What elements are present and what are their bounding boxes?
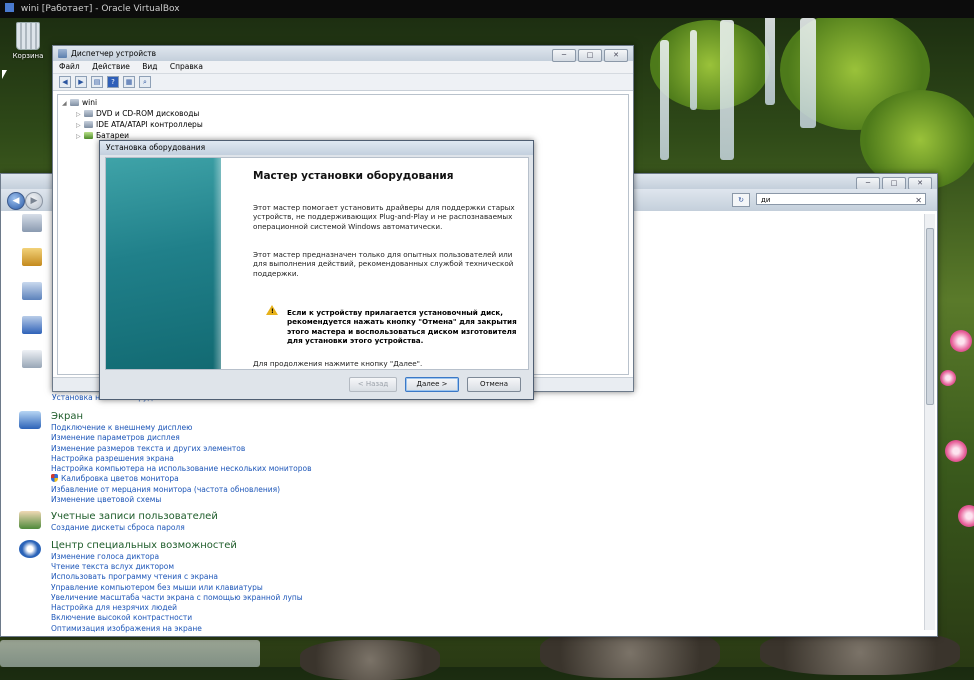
expand-icon[interactable]: ▷ (76, 131, 84, 142)
forward-button[interactable]: ▶ (25, 192, 43, 210)
link-display-settings[interactable]: Изменение параметров дисплея (51, 433, 312, 443)
users-icon (19, 511, 41, 530)
dvd-drive-icon (84, 110, 93, 117)
hardware-icon (22, 316, 42, 334)
collapse-icon[interactable]: ◢ (62, 98, 70, 109)
category-screen: Экран Подключение к внешнему дисплею Изм… (19, 411, 312, 505)
link-resolution[interactable]: Настройка разрешения экрана (51, 454, 312, 464)
scan-hardware-icon[interactable]: ⌕ (139, 76, 151, 88)
menu-action[interactable]: Действие (92, 62, 130, 71)
menu-view[interactable]: Вид (142, 62, 157, 71)
recycle-bin-label: Корзина (12, 52, 44, 60)
category-icons (15, 214, 49, 384)
tree-node-battery-label: Батареи (96, 131, 129, 140)
warning-mark: ! (271, 308, 274, 315)
link-multiple-monitors[interactable]: Настройка компьютера на использование не… (51, 464, 312, 474)
category-accessibility-title[interactable]: Центр специальных возможностей (51, 540, 303, 551)
back-button[interactable]: ◀ (7, 192, 25, 210)
wizard-titlebar[interactable]: Установка оборудования (100, 141, 533, 155)
link-calibrate-colors-label: Калибровка цветов монитора (61, 474, 179, 484)
wizard-advanced-text: Этот мастер предназначен только для опыт… (253, 250, 514, 278)
monitor-icon (19, 411, 41, 429)
battery-icon (84, 132, 93, 139)
link-narrator-voice[interactable]: Изменение голоса диктора (51, 552, 303, 562)
computer-icon (70, 99, 79, 106)
link-color-scheme[interactable]: Изменение цветовой схемы (51, 495, 312, 505)
network-icon (22, 282, 42, 300)
link-high-contrast[interactable]: Включение высокой контрастности (51, 613, 303, 623)
link-optimize-display[interactable]: Оптимизация изображения на экране (51, 624, 303, 634)
menu-bar: Файл Действие Вид Справка (53, 61, 633, 74)
cancel-button[interactable]: Отмена (467, 377, 521, 392)
category-accounts-title[interactable]: Учетные записи пользователей (51, 511, 218, 522)
category-accessibility: Центр специальных возможностей Изменение… (19, 539, 312, 634)
link-external-display[interactable]: Подключение к внешнему дисплею (51, 423, 312, 433)
forward-arrow-icon[interactable]: ▶ (75, 76, 87, 88)
maximize-button[interactable]: □ (578, 49, 602, 62)
tree-root[interactable]: ◢ wini (62, 97, 97, 108)
recycle-bin-icon (16, 22, 40, 50)
wizard-continue-text: Для продолжения нажмите кнопку "Далее". (253, 359, 423, 368)
wizard-intro-text: Этот мастер помогает установить драйверы… (253, 203, 515, 231)
wizard-banner (106, 158, 221, 369)
minimize-button[interactable]: ─ (552, 49, 576, 62)
tree-node-ide[interactable]: ▷ IDE ATA/ATAPI контроллеры (76, 119, 203, 130)
link-no-mouse-keyboard[interactable]: Управление компьютером без мыши или клав… (51, 583, 303, 593)
category-list: Экран Подключение к внешнему дисплею Изм… (19, 394, 312, 638)
system-icon (22, 214, 42, 232)
category-screen-title[interactable]: Экран (51, 411, 312, 422)
help-icon[interactable]: ? (107, 76, 119, 88)
tree-node-dvd-label: DVD и CD-ROM дисководы (96, 109, 200, 118)
close-button[interactable]: ✕ (604, 49, 628, 62)
wizard-warning-text: Если к устройству прилагается установочн… (287, 308, 517, 345)
clear-search-icon[interactable]: ✕ (915, 195, 922, 207)
device-manager-icon (58, 49, 67, 58)
wizard-panel: Мастер установки оборудования Этот масте… (105, 157, 529, 370)
menu-file[interactable]: Файл (59, 62, 80, 71)
mouse-cursor-icon (2, 70, 7, 79)
back-arrow-icon[interactable]: ◀ (59, 76, 71, 88)
tree-node-ide-label: IDE ATA/ATAPI контроллеры (96, 120, 203, 129)
link-text-size[interactable]: Изменение размеров текста и других элеме… (51, 444, 312, 454)
link-password-reset-disk[interactable]: Создание дискеты сброса пароля (51, 523, 218, 533)
properties-icon[interactable]: ▦ (123, 76, 135, 88)
link-narrator-read[interactable]: Чтение текста вслух диктором (51, 562, 303, 572)
device-manager-title: Диспетчер устройств (71, 49, 157, 58)
ide-controller-icon (84, 121, 93, 128)
recycle-bin[interactable]: Корзина (8, 22, 48, 60)
tree-node-dvd[interactable]: ▷ DVD и CD-ROM дисководы (76, 108, 199, 119)
programs-icon (22, 248, 42, 266)
accessibility-icon (19, 539, 41, 558)
link-refresh-rate[interactable]: Избавление от мерцания монитора (частота… (51, 485, 312, 495)
wizard-buttons: < Назад Далее > Отмена (349, 377, 521, 392)
device-manager-titlebar[interactable]: Диспетчер устройств ─ □ ✕ (53, 46, 633, 62)
search-input[interactable]: ди ✕ (756, 193, 926, 205)
hardware-wizard-dialog: Установка оборудования Мастер установки … (99, 140, 534, 400)
wizard-window-title: Установка оборудования (106, 143, 206, 152)
vertical-scrollbar[interactable] (924, 214, 935, 630)
tree-view-icon[interactable]: ▤ (91, 76, 103, 88)
link-calibrate-colors[interactable]: Калибровка цветов монитора (51, 474, 312, 484)
virtualbox-icon (5, 3, 14, 12)
tree-root-label: wini (82, 98, 98, 107)
back-button[interactable]: < Назад (349, 377, 397, 392)
link-blind-setup[interactable]: Настройка для незрячих людей (51, 603, 303, 613)
search-value: ди (761, 196, 771, 204)
wizard-heading: Мастер установки оборудования (253, 170, 454, 182)
appearance-icon (22, 350, 42, 368)
menu-help[interactable]: Справка (170, 62, 203, 71)
host-title: wini [Работает] - Oracle VirtualBox (20, 4, 180, 14)
refresh-button[interactable]: ↻ (732, 193, 750, 207)
host-title-bar: wini [Работает] - Oracle VirtualBox (0, 0, 974, 18)
scrollbar-thumb[interactable] (926, 228, 934, 405)
category-accounts: Учетные записи пользователей Создание ди… (19, 511, 312, 533)
next-button[interactable]: Далее > (405, 377, 459, 392)
link-magnifier[interactable]: Увеличение масштаба части экрана с помощ… (51, 593, 303, 603)
shield-icon (51, 474, 58, 483)
link-screen-reader[interactable]: Использовать программу чтения с экрана (51, 572, 303, 582)
toolbar: ◀ ▶ ▤ ? ▦ ⌕ (53, 74, 633, 91)
